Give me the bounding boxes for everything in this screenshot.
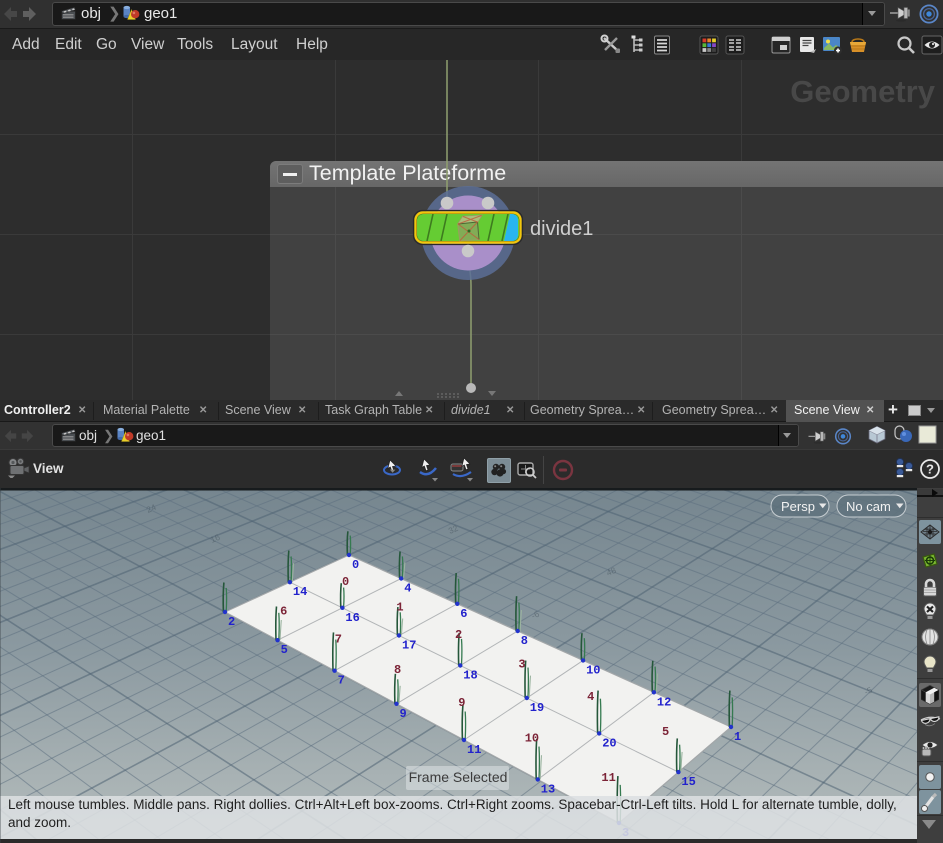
svg-text:5: 5 [662, 725, 669, 739]
svg-text:2: 2 [228, 615, 235, 629]
svg-text:2: 2 [455, 628, 462, 642]
svg-text:Frame Selected: Frame Selected [409, 769, 508, 785]
svg-text:18: 18 [463, 669, 477, 683]
svg-text:10: 10 [525, 732, 539, 746]
svg-text:11: 11 [601, 771, 615, 785]
svg-text:7: 7 [335, 633, 342, 647]
svg-text:0: 0 [352, 558, 359, 572]
svg-text:19: 19 [530, 701, 544, 715]
svg-text:0: 0 [342, 575, 349, 589]
svg-text:10: 10 [586, 663, 600, 677]
svg-text:4: 4 [404, 582, 411, 596]
svg-text:and zoom.: and zoom. [8, 815, 71, 830]
svg-text:13: 13 [541, 783, 555, 797]
svg-text:7: 7 [338, 674, 345, 688]
svg-text:5: 5 [281, 643, 288, 657]
svg-text:15: 15 [681, 775, 695, 789]
svg-text:6: 6 [460, 607, 467, 621]
svg-text:6: 6 [280, 605, 287, 619]
svg-text:12: 12 [657, 695, 671, 709]
svg-text:8: 8 [521, 634, 528, 648]
svg-text:3: 3 [518, 658, 525, 672]
svg-text:1: 1 [396, 600, 403, 614]
svg-text:20: 20 [602, 736, 616, 750]
svg-text:16: 16 [345, 611, 359, 625]
svg-text:14: 14 [293, 585, 307, 599]
svg-text:divide1: divide1 [530, 218, 593, 240]
svg-text:?: ? [926, 462, 934, 477]
svg-text:Persp: Persp [781, 499, 815, 514]
svg-text:4: 4 [587, 690, 594, 704]
svg-text:9: 9 [458, 696, 465, 710]
svg-text:1: 1 [734, 730, 741, 744]
svg-text:Left mouse tumbles. Middle pan: Left mouse tumbles. Middle pans. Right d… [8, 797, 897, 812]
svg-text:8: 8 [394, 663, 401, 677]
svg-text:11: 11 [467, 743, 481, 757]
svg-text:9: 9 [400, 707, 407, 721]
svg-text:17: 17 [402, 639, 416, 653]
svg-text:No cam: No cam [846, 499, 891, 514]
